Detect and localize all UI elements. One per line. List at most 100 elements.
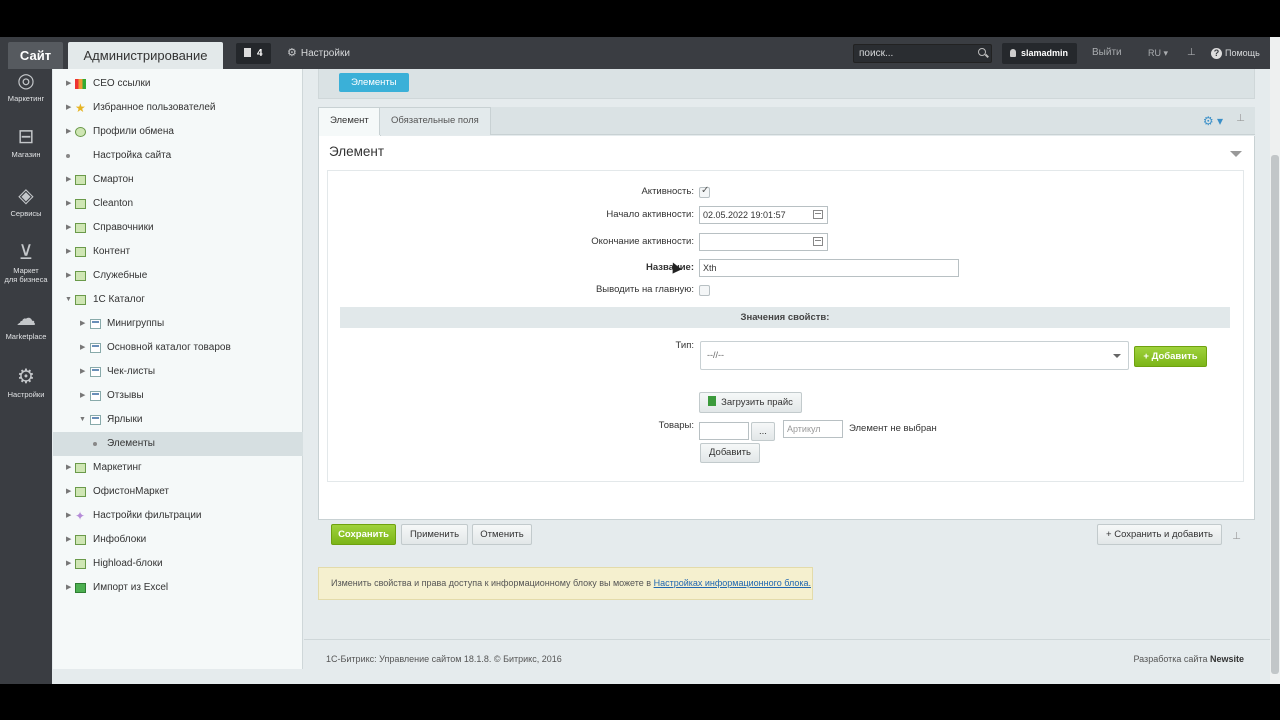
chevron-right-icon[interactable]: ▶ <box>66 264 71 288</box>
search-icon[interactable] <box>978 48 986 56</box>
gear-icon[interactable]: ⚙ ▾ <box>1203 114 1223 128</box>
scrollbar[interactable] <box>1270 37 1280 684</box>
save-and-add-button[interactable]: + Сохранить и добавить <box>1097 524 1222 545</box>
tree-item[interactable]: ▶ Инфоблоки <box>53 528 303 552</box>
tree-item[interactable]: ▶ Чек-листы <box>53 360 303 384</box>
tree-item[interactable]: ▶ Минигруппы <box>53 312 303 336</box>
chevron-down-icon[interactable]: ▼ <box>79 408 86 432</box>
language-selector[interactable]: RU ▾ <box>1148 37 1168 69</box>
tree-item[interactable]: ▶ ОфистонМаркет <box>53 480 303 504</box>
settings-link[interactable]: ⚙ Настройки <box>287 37 350 69</box>
tree-item[interactable]: ▶ Маркетинг <box>53 456 303 480</box>
upload-price-button[interactable]: Загрузить прайс <box>699 392 802 413</box>
chevron-right-icon[interactable]: ▶ <box>80 312 85 336</box>
tree-item[interactable]: ▶ ✦ Настройки фильтрации <box>53 504 303 528</box>
chevron-right-icon[interactable]: ▶ <box>66 96 71 120</box>
chevron-right-icon[interactable]: ▶ <box>66 216 71 240</box>
settings-label: Настройки <box>300 48 350 59</box>
chevron-right-icon[interactable]: ▶ <box>66 504 71 528</box>
type-select[interactable]: --//-- <box>700 341 1129 370</box>
chevron-right-icon[interactable]: ▶ <box>66 240 71 264</box>
tree-item-label: ОфистонМаркет <box>93 486 170 497</box>
name-value: Xth <box>703 263 717 273</box>
site-tab[interactable]: Сайт <box>8 42 63 69</box>
form-fields: Активность: Начало активности: 02.05.202… <box>327 170 1244 482</box>
main-page-label: Выводить на главную: <box>595 284 694 295</box>
collapse-icon[interactable] <box>1230 151 1242 157</box>
chevron-right-icon[interactable]: ▶ <box>66 168 71 192</box>
pin-icon[interactable]: ⊥ <box>1187 37 1196 69</box>
browse-goods-button[interactable]: ... <box>751 422 775 441</box>
tree-item[interactable]: ▶ Служебные <box>53 264 303 288</box>
apply-button[interactable]: Применить <box>401 524 468 545</box>
tree-item[interactable]: ▶ Смартон <box>53 168 303 192</box>
pin-icon[interactable]: ⊥ <box>1236 113 1245 124</box>
pin-icon[interactable]: ⊥ <box>1232 531 1241 542</box>
add-goods-button[interactable]: Добавить <box>700 443 760 463</box>
tree-item[interactable]: ▶ Профили обмена <box>53 120 303 144</box>
chevron-right-icon[interactable]: ▶ <box>66 72 71 96</box>
chevron-right-icon[interactable]: ▶ <box>80 336 85 360</box>
tree-item[interactable]: ▶ СЕО ссылки <box>53 72 303 96</box>
layers-icon: ◈ <box>18 185 34 207</box>
help-link[interactable]: ? Помощь <box>1211 37 1260 69</box>
tree-item[interactable]: ▶ Отзывы <box>53 384 303 408</box>
tree-item[interactable]: ▶ Основной каталог товаров <box>53 336 303 360</box>
tree-item[interactable]: Настройка сайта <box>53 144 303 168</box>
tab-element[interactable]: Элемент <box>318 107 381 136</box>
sidebar-item-services[interactable]: ◈ Сервисы <box>0 186 52 218</box>
sidebar-item-marketing[interactable]: ◎ Маркетинг <box>0 71 52 103</box>
sidebar-item-marketplace[interactable]: ☁ Marketplace <box>0 309 52 341</box>
main-page-checkbox[interactable] <box>699 285 710 296</box>
article-input[interactable]: Артикул <box>783 420 843 438</box>
document-icon <box>90 319 101 329</box>
active-checkbox[interactable] <box>699 185 710 198</box>
chevron-right-icon[interactable]: ▶ <box>66 528 71 552</box>
chevron-right-icon[interactable]: ▶ <box>66 552 71 576</box>
add-type-button[interactable]: + Добавить <box>1134 346 1207 367</box>
start-date-input[interactable]: 02.05.2022 19:01:57 <box>699 206 828 224</box>
sidebar-item-market[interactable]: ⊻ Маркет для бизнеса <box>0 243 52 284</box>
chevron-down-icon[interactable]: ▼ <box>65 288 72 312</box>
goods-input[interactable] <box>699 422 749 440</box>
tree-item[interactable]: ▶ Highload-блоки <box>53 552 303 576</box>
iblock-settings-link[interactable]: Настройках информационного блока. <box>654 578 811 588</box>
chevron-right-icon[interactable]: ▶ <box>66 192 71 216</box>
save-button[interactable]: Сохранить <box>331 524 396 545</box>
start-label: Начало активности: <box>606 209 694 220</box>
chevron-right-icon[interactable]: ▶ <box>66 480 71 504</box>
tree-item[interactable]: ▶ Контент <box>53 240 303 264</box>
sidebar-item-settings[interactable]: ⚙ Настройки <box>0 367 52 399</box>
top-panel: Сайт Администрирование 4 ⚙ Настройки поис… <box>0 37 1270 69</box>
tree-item[interactable]: ▶ ★ Избранное пользователей <box>53 96 303 120</box>
name-input[interactable]: Xth <box>699 259 959 277</box>
scrollbar-thumb[interactable] <box>1271 155 1279 674</box>
admin-tab[interactable]: Администрирование <box>68 42 223 69</box>
chevron-right-icon[interactable]: ▶ <box>66 456 71 480</box>
tree-item[interactable]: ▶ Импорт из Excel <box>53 576 303 600</box>
tree-item[interactable]: ▼ 1С Каталог <box>53 288 303 312</box>
form-title: Элемент <box>329 144 385 159</box>
start-date-value: 02.05.2022 19:01:57 <box>703 210 786 220</box>
copyright: 1С-Битрикс: Управление сайтом 18.1.8. © … <box>326 654 562 664</box>
chevron-right-icon[interactable]: ▶ <box>80 384 85 408</box>
tree-item[interactable]: ▼ Ярлыки <box>53 408 303 432</box>
chevron-right-icon[interactable]: ▶ <box>66 120 71 144</box>
tree-item[interactable]: ▶ Справочники <box>53 216 303 240</box>
calendar-icon[interactable] <box>813 237 823 246</box>
tree-item-selected[interactable]: Элементы <box>53 432 303 456</box>
user-button[interactable]: slamadmin <box>1002 43 1077 64</box>
tab-required-fields[interactable]: Обязательные поля <box>379 107 491 135</box>
chevron-right-icon[interactable]: ▶ <box>80 360 85 384</box>
tree-item[interactable]: ▶ Cleanton <box>53 192 303 216</box>
logout-link[interactable]: Выйти <box>1092 37 1122 69</box>
chevron-right-icon[interactable]: ▶ <box>66 576 71 600</box>
calendar-icon[interactable] <box>813 210 823 219</box>
search-input[interactable]: поиск... <box>853 44 992 63</box>
breadcrumb-item[interactable]: Элементы <box>339 73 409 92</box>
notifications-button[interactable]: 4 <box>236 43 271 64</box>
sidebar-item-shop[interactable]: ⊟ Магазин <box>0 127 52 159</box>
end-date-input[interactable] <box>699 233 828 251</box>
developer-link[interactable]: Newsite <box>1210 654 1244 664</box>
cancel-button[interactable]: Отменить <box>472 524 532 545</box>
